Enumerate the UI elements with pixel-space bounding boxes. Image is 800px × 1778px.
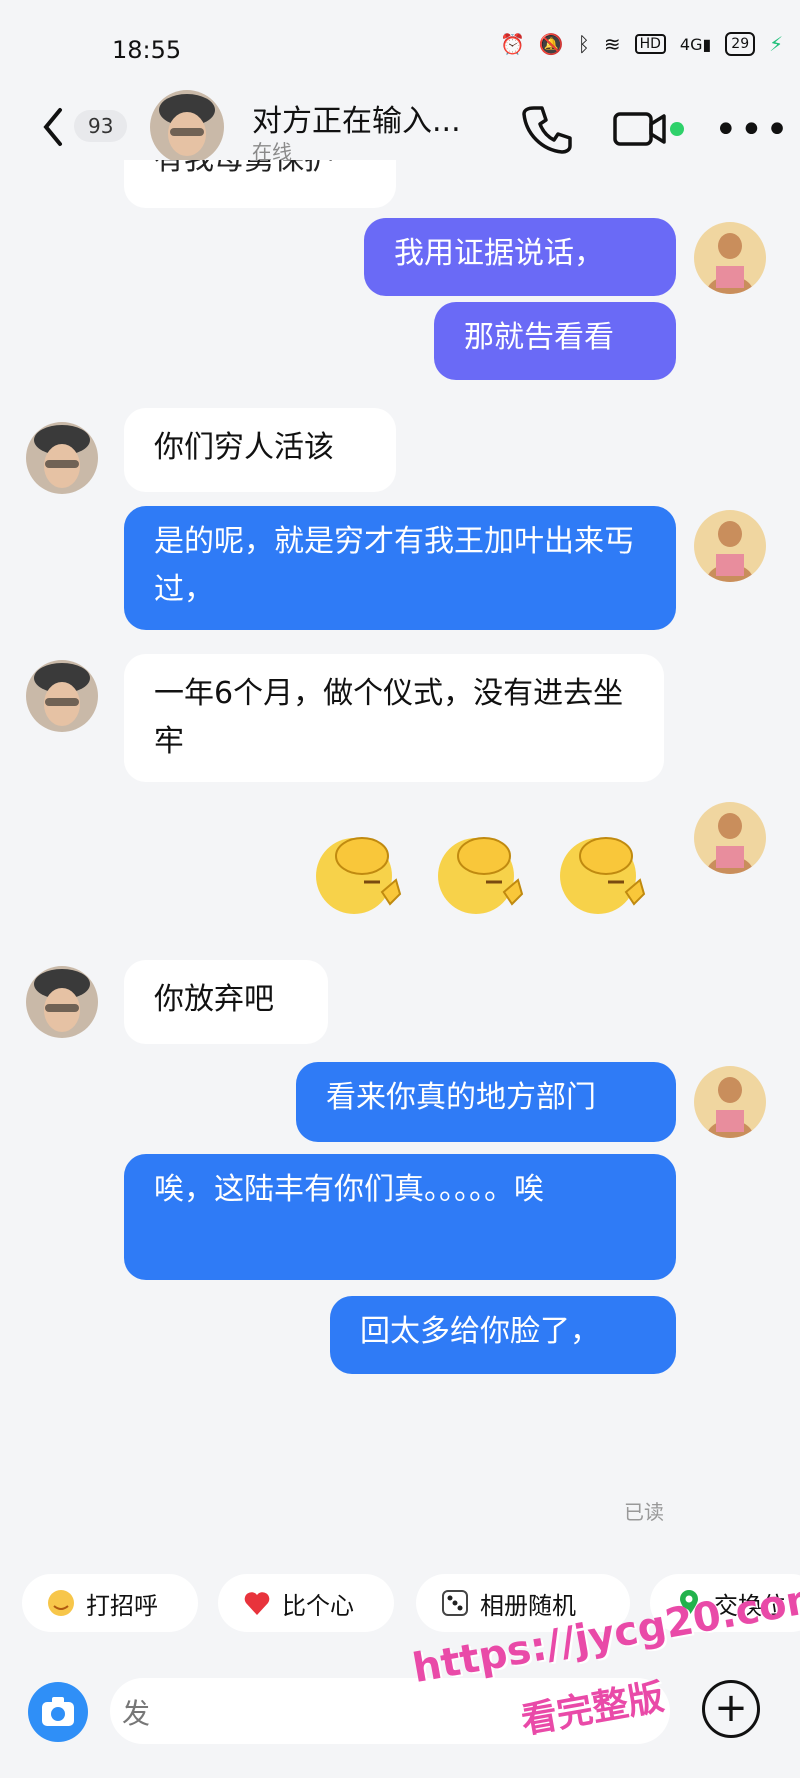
camera-button[interactable] <box>28 1682 88 1742</box>
contact-avatar[interactable] <box>150 90 224 164</box>
battery-level: 29 <box>731 36 750 52</box>
wifi-icon: ≋ <box>603 32 621 56</box>
plus-icon: + <box>714 1685 748 1731</box>
charging-icon: ⚡ <box>769 32 784 56</box>
video-call-button[interactable] <box>612 106 668 152</box>
add-button[interactable]: + <box>702 1680 760 1738</box>
message-emoji-group[interactable] <box>310 820 680 930</box>
contact-avatar[interactable] <box>26 966 98 1038</box>
message-bubble-outgoing[interactable]: 是的呢，就是穷才有我王加叶出来丐过， <box>124 506 676 630</box>
self-avatar[interactable] <box>694 1066 766 1138</box>
message-bubble-outgoing[interactable]: 我用证据说话， <box>364 218 676 296</box>
message-bubble-incoming[interactable]: 你放弃吧 <box>124 960 328 1044</box>
contact-avatar[interactable] <box>26 660 98 732</box>
input-bar: 发 + <box>0 1660 800 1778</box>
message-bubble-incoming[interactable]: 一年6个月，做个仪式，没有进去坐牢 <box>124 654 664 782</box>
status-time: 18:55 <box>112 36 182 64</box>
back-button[interactable] <box>38 102 74 152</box>
bluetooth-icon: ᛒ <box>577 32 590 56</box>
heart-chip[interactable]: 比个心 <box>218 1574 394 1632</box>
battery-icon: 29 <box>725 32 756 56</box>
unread-badge[interactable]: 93 <box>74 110 128 142</box>
camera-icon <box>42 1697 74 1726</box>
message-bubble-outgoing[interactable]: 看来你真的地方部门 <box>296 1062 676 1142</box>
facepalm-emoji-icon <box>316 837 402 914</box>
message-bubble-outgoing[interactable]: 那就告看看 <box>434 302 676 380</box>
alarm-icon: ⏰ <box>500 32 525 56</box>
read-receipt: 已读 <box>624 1500 664 1524</box>
mute-icon: 🔕 <box>538 32 564 56</box>
online-indicator <box>670 122 684 136</box>
message-bubble-incoming[interactable]: 你们穷人活该 <box>124 408 396 492</box>
heart-icon <box>244 1592 270 1615</box>
message-bubble-outgoing[interactable]: 回太多给你脸了， <box>330 1296 676 1374</box>
self-avatar[interactable] <box>694 222 766 294</box>
status-bar: 18:55 ⏰ 🔕 ᛒ ≋ HD 4G▮ 29 ⚡ <box>0 0 800 100</box>
self-avatar[interactable] <box>694 510 766 582</box>
chat-messages[interactable]: 有我母舅保护 我用证据说话， 那就告看看 你们穷人活该 是的呢，就是穷才有我王加… <box>0 160 800 1540</box>
chevron-left-icon <box>43 108 62 146</box>
video-camera-icon <box>613 112 666 146</box>
message-bubble-outgoing[interactable]: 唉，这陆丰有你们真。。。。。唉 <box>124 1154 676 1280</box>
contact-title: 对方正在输入... <box>252 104 461 139</box>
facepalm-emoji-icon <box>560 837 646 914</box>
greet-chip[interactable]: 打招呼 <box>22 1574 198 1632</box>
voice-call-button[interactable] <box>520 102 574 156</box>
facepalm-emoji-icon <box>438 837 524 914</box>
hd-icon: HD <box>634 34 666 54</box>
contact-avatar[interactable] <box>26 422 98 494</box>
self-avatar[interactable] <box>694 802 766 874</box>
status-icons: ⏰ 🔕 ᛒ ≋ HD 4G▮ 29 ⚡ <box>500 32 783 56</box>
dice-icon <box>442 1590 468 1616</box>
wave-emoji-icon <box>48 1590 74 1616</box>
phone-icon <box>522 106 572 154</box>
signal-icon: 4G▮ <box>679 34 712 54</box>
more-options-button[interactable]: ••• <box>714 110 791 150</box>
message-bubble-partial: 有我母舅保护 <box>124 160 396 208</box>
